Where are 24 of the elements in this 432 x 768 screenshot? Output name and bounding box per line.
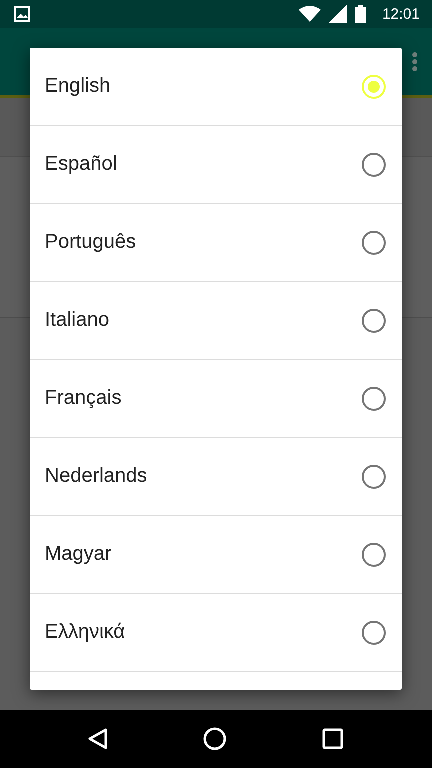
status-time: 12:01: [382, 6, 420, 22]
battery-icon: [355, 5, 366, 23]
radio-button[interactable]: [362, 230, 386, 254]
language-option[interactable]: English: [30, 48, 402, 126]
radio-button[interactable]: [362, 542, 386, 566]
language-option[interactable]: Français: [30, 360, 402, 438]
overflow-menu-icon[interactable]: [412, 52, 418, 72]
wifi-icon: [299, 6, 322, 22]
radio-button[interactable]: [362, 308, 386, 332]
recents-icon[interactable]: [322, 728, 344, 750]
signal-icon: [329, 5, 348, 23]
radio-button[interactable]: [362, 152, 386, 176]
language-option[interactable]: Ελληνικά: [30, 594, 402, 672]
home-icon[interactable]: [202, 727, 227, 751]
back-icon[interactable]: [88, 728, 108, 750]
radio-button[interactable]: [362, 620, 386, 644]
language-option[interactable]: Italiano: [30, 282, 402, 360]
radio-button[interactable]: [362, 386, 386, 410]
language-option[interactable]: Nederlands: [30, 438, 402, 516]
language-option[interactable]: Magyar: [30, 516, 402, 594]
radio-button[interactable]: [362, 464, 386, 488]
image-icon: [14, 6, 30, 22]
language-option[interactable]: Español: [30, 126, 402, 204]
language-option[interactable]: Português: [30, 204, 402, 282]
